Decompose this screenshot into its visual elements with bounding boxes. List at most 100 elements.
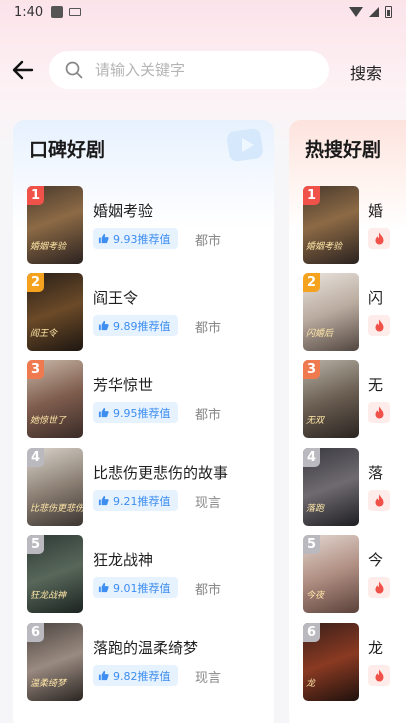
score-badge: 9.82推荐值 xyxy=(93,665,178,686)
rank-badge: 3 xyxy=(303,360,320,379)
thumbs-up-icon xyxy=(98,495,109,506)
poster-image: 1 婚姻考验 xyxy=(303,186,359,264)
thumbs-up-icon xyxy=(98,320,109,331)
genre-label: 都市 xyxy=(195,583,222,598)
poster-image: 5 今夜 xyxy=(303,535,359,613)
genre-label: 都市 xyxy=(195,321,222,336)
poster-title: 狂龙战神 xyxy=(30,591,67,601)
drama-item[interactable]: 3 无双 无 xyxy=(303,360,406,438)
drama-title: 婚姻考验 xyxy=(93,202,154,220)
back-button[interactable] xyxy=(10,57,36,83)
drama-item[interactable]: 1 婚姻考验 婚 xyxy=(303,186,406,264)
battery-icon xyxy=(385,6,392,18)
score-value: 9.21推荐值 xyxy=(113,494,171,508)
drama-title: 狂龙战神 xyxy=(93,551,154,569)
genre-label: 现言 xyxy=(195,671,222,686)
poster-title: 今夜 xyxy=(306,591,325,601)
poster-title: 无双 xyxy=(306,416,325,426)
poster-title: 落跑 xyxy=(306,504,325,514)
score-badge: 9.21推荐值 xyxy=(93,490,178,511)
poster-image: 6 温柔绮梦 xyxy=(27,623,83,701)
hot-badge xyxy=(368,228,390,249)
drama-item[interactable]: 2 闪婚后 闪 xyxy=(303,273,406,351)
drama-title: 比悲伤更悲伤的故事 xyxy=(93,464,229,482)
search-button[interactable]: 搜索 xyxy=(350,60,382,84)
thumbs-up-icon xyxy=(98,407,109,418)
rank-badge: 5 xyxy=(303,535,320,554)
score-value: 9.93推荐值 xyxy=(113,232,171,246)
drama-title: 阎王令 xyxy=(93,289,139,307)
hot-badge xyxy=(368,315,390,336)
score-badge: 9.93推荐值 xyxy=(93,228,178,249)
arrow-left-icon xyxy=(12,60,34,80)
genre-label: 现言 xyxy=(195,496,222,511)
keyboard-icon xyxy=(69,8,82,16)
poster-image: 2 阎王令 xyxy=(27,273,83,351)
poster-title: 婚姻考验 xyxy=(306,242,343,252)
poster-image: 3 无双 xyxy=(303,360,359,438)
panel-decoration-icon xyxy=(227,128,263,162)
rank-badge: 6 xyxy=(303,623,320,642)
fire-icon xyxy=(375,581,383,594)
drama-item[interactable]: 6 龙 龙 xyxy=(303,623,406,701)
drama-title: 闪 xyxy=(368,289,384,307)
poster-title: 婚姻考验 xyxy=(30,242,67,252)
poster-image: 3 她惊世了 xyxy=(27,360,83,438)
search-input[interactable] xyxy=(95,61,295,79)
wifi-icon xyxy=(349,7,363,17)
drama-item[interactable]: 5 今夜 今 xyxy=(303,535,406,613)
notification-icon xyxy=(51,6,64,18)
ranking-panel-hot-search: 热搜好剧 1 婚姻考验 婚 2 闪婚后 闪 3 无双 无 4 落跑 落 5 今夜… xyxy=(289,120,406,723)
score-badge: 9.95推荐值 xyxy=(93,402,178,423)
drama-item[interactable]: 4 落跑 落 xyxy=(303,448,406,526)
status-time: 1:40 xyxy=(14,4,44,20)
rank-badge: 3 xyxy=(27,360,44,379)
hot-badge xyxy=(368,577,390,598)
fire-icon xyxy=(375,319,383,332)
drama-title: 落 xyxy=(368,464,384,482)
hot-badge xyxy=(368,490,390,511)
drama-item[interactable]: 2 阎王令 阎王令 9.89推荐值 都市 xyxy=(27,273,267,351)
drama-item[interactable]: 5 狂龙战神 狂龙战神 9.01推荐值 都市 xyxy=(27,535,267,613)
panel-title: 热搜好剧 xyxy=(305,139,382,161)
drama-item[interactable]: 1 婚姻考验 婚姻考验 9.93推荐值 都市 xyxy=(27,186,267,264)
poster-image: 4 落跑 xyxy=(303,448,359,526)
score-value: 9.82推荐值 xyxy=(113,669,171,683)
fire-icon xyxy=(375,232,383,245)
thumbs-up-icon xyxy=(98,670,109,681)
search-header: 搜索 xyxy=(0,51,406,89)
genre-label: 都市 xyxy=(195,234,222,249)
hot-badge xyxy=(368,402,390,423)
rank-badge: 4 xyxy=(303,448,320,467)
score-badge: 9.89推荐值 xyxy=(93,315,178,336)
search-box[interactable] xyxy=(49,51,329,89)
score-value: 9.95推荐值 xyxy=(113,406,171,420)
rank-badge: 1 xyxy=(303,186,320,205)
poster-image: 4 比悲伤更悲伤 xyxy=(27,448,83,526)
drama-title: 落跑的温柔绮梦 xyxy=(93,639,199,657)
poster-image: 1 婚姻考验 xyxy=(27,186,83,264)
fire-icon xyxy=(375,494,383,507)
drama-title: 今 xyxy=(368,551,384,569)
rank-badge: 5 xyxy=(27,535,44,554)
poster-title: 龙 xyxy=(306,679,316,689)
thumbs-up-icon xyxy=(98,233,109,244)
rank-badge: 2 xyxy=(303,273,320,292)
rank-badge: 4 xyxy=(27,448,44,467)
fire-icon xyxy=(375,406,383,419)
drama-title: 无 xyxy=(368,376,384,394)
hot-badge xyxy=(368,665,390,686)
genre-label: 都市 xyxy=(195,408,222,423)
poster-title: 她惊世了 xyxy=(30,416,67,426)
search-icon xyxy=(65,61,83,79)
poster-title: 温柔绮梦 xyxy=(30,679,67,689)
drama-title: 龙 xyxy=(368,639,384,657)
signal-icon xyxy=(369,7,379,17)
drama-item[interactable]: 4 比悲伤更悲伤 比悲伤更悲伤的故事 9.21推荐值 现言 xyxy=(27,448,267,526)
drama-item[interactable]: 3 她惊世了 芳华惊世 9.95推荐值 都市 xyxy=(27,360,267,438)
rank-badge: 2 xyxy=(27,273,44,292)
drama-item[interactable]: 6 温柔绮梦 落跑的温柔绮梦 9.82推荐值 现言 xyxy=(27,623,267,701)
poster-title: 阎王令 xyxy=(30,329,58,339)
thumbs-up-icon xyxy=(98,582,109,593)
rank-badge: 6 xyxy=(27,623,44,642)
